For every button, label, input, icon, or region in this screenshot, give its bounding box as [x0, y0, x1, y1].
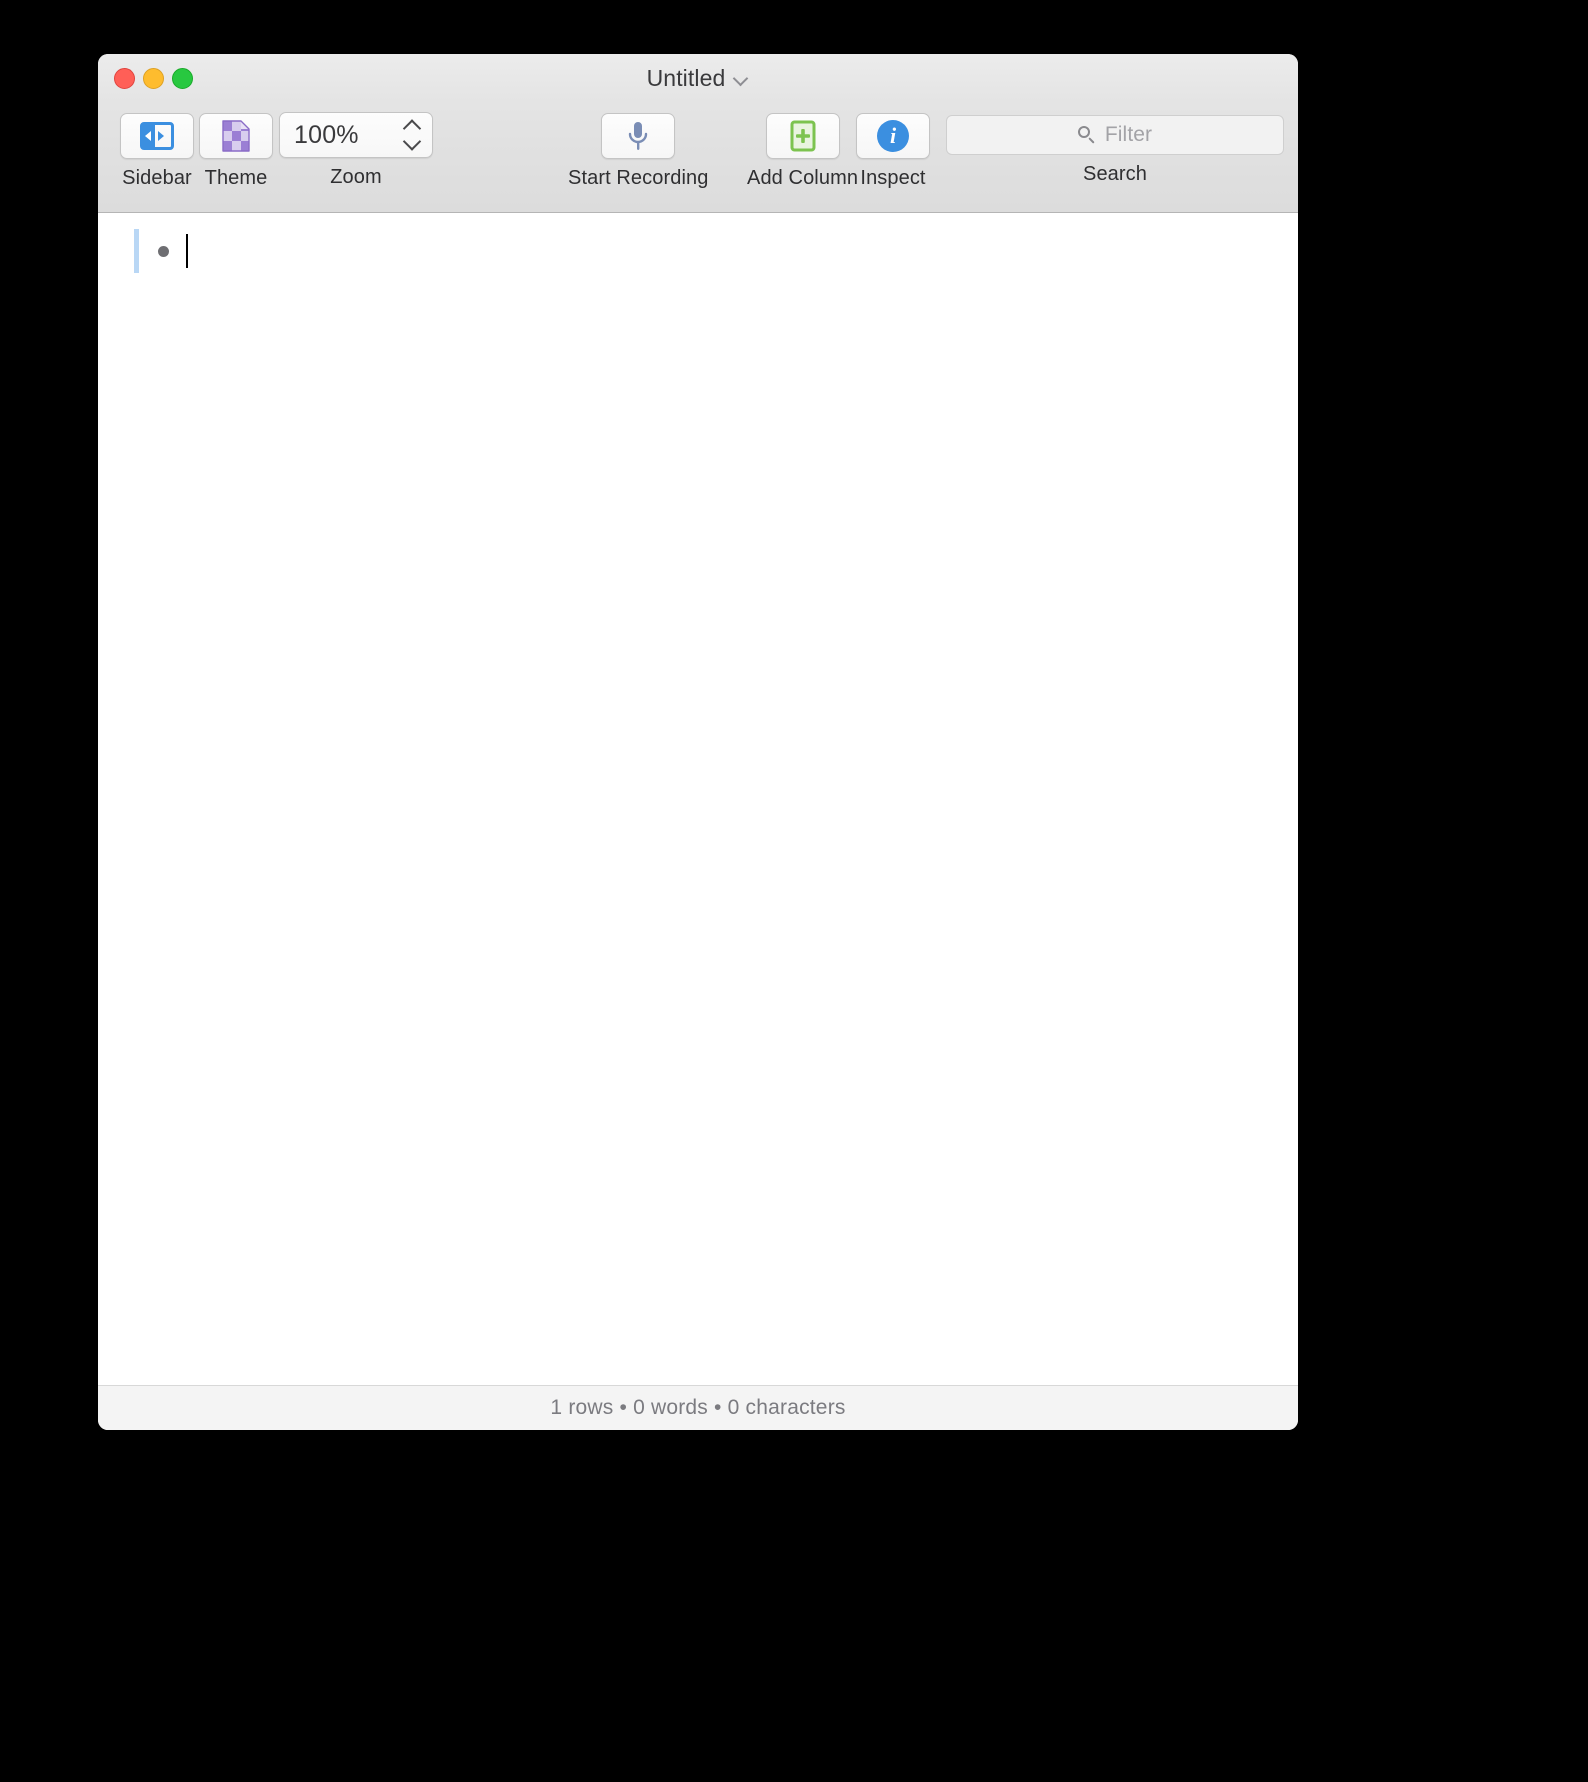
theme-document-icon: [222, 120, 250, 152]
application-window: Untitled Sidebar Theme 100% Zoom Start R…: [98, 54, 1298, 1430]
inspect-button[interactable]: i: [856, 113, 930, 159]
desktop-background: Untitled Sidebar Theme 100% Zoom Start R…: [0, 0, 1588, 1782]
microphone-icon: [627, 120, 649, 152]
zoom-stepper[interactable]: 100%: [279, 112, 433, 158]
search-label: Search: [1083, 163, 1147, 185]
add-column-icon: [789, 120, 817, 152]
toolbar: Sidebar Theme 100% Zoom Start Recording …: [98, 102, 1298, 213]
info-circle-icon: i: [877, 120, 909, 152]
start-recording-label: Start Recording: [568, 167, 709, 189]
add-column-button[interactable]: [765, 113, 840, 159]
minimize-window-button[interactable]: [143, 68, 164, 89]
maximize-window-button[interactable]: [172, 68, 193, 89]
sidebar-label: Sidebar: [122, 167, 192, 189]
document-content-area[interactable]: [98, 213, 1298, 1385]
zoom-stepper-arrows[interactable]: [402, 119, 422, 151]
bullet-icon: [158, 245, 169, 257]
search-field[interactable]: Filter: [946, 115, 1284, 155]
close-window-button[interactable]: [114, 68, 135, 89]
magnifying-glass-icon: [1077, 126, 1096, 144]
window-title-text: Untitled: [646, 64, 726, 91]
text-cursor: [186, 234, 188, 268]
toolbar-item-start-recording[interactable]: Start Recording: [568, 113, 708, 190]
chevron-down-icon[interactable]: [734, 71, 749, 86]
theme-button[interactable]: [199, 113, 273, 159]
sidebar-button[interactable]: [120, 113, 194, 159]
toolbar-item-sidebar[interactable]: Sidebar: [120, 113, 194, 190]
outline-row[interactable]: [98, 229, 188, 273]
status-bar: 1 rows • 0 words • 0 characters: [98, 1385, 1298, 1430]
add-column-label: Add Column: [747, 167, 859, 189]
search-input-placeholder[interactable]: Filter: [1105, 123, 1152, 147]
chevron-down-icon[interactable]: [402, 132, 422, 151]
toolbar-item-inspect[interactable]: i Inspect: [856, 113, 930, 190]
window-controls: [114, 68, 193, 89]
toolbar-item-search[interactable]: Filter Search: [946, 115, 1284, 186]
zoom-value: 100%: [294, 120, 359, 149]
toolbar-item-zoom[interactable]: 100% Zoom: [279, 112, 433, 189]
zoom-label: Zoom: [330, 166, 382, 188]
theme-label: Theme: [204, 167, 268, 189]
window-title: Untitled: [98, 54, 1298, 102]
sidebar-toggle-icon: [140, 122, 174, 150]
status-bar-text: 1 rows • 0 words • 0 characters: [550, 1396, 846, 1419]
window-titlebar: Untitled: [98, 54, 1298, 102]
row-selection-indicator: [134, 229, 139, 273]
inspect-label: Inspect: [860, 167, 926, 189]
start-recording-button[interactable]: [601, 113, 676, 159]
toolbar-item-theme[interactable]: Theme: [199, 113, 273, 190]
toolbar-item-add-column[interactable]: Add Column: [747, 113, 858, 190]
